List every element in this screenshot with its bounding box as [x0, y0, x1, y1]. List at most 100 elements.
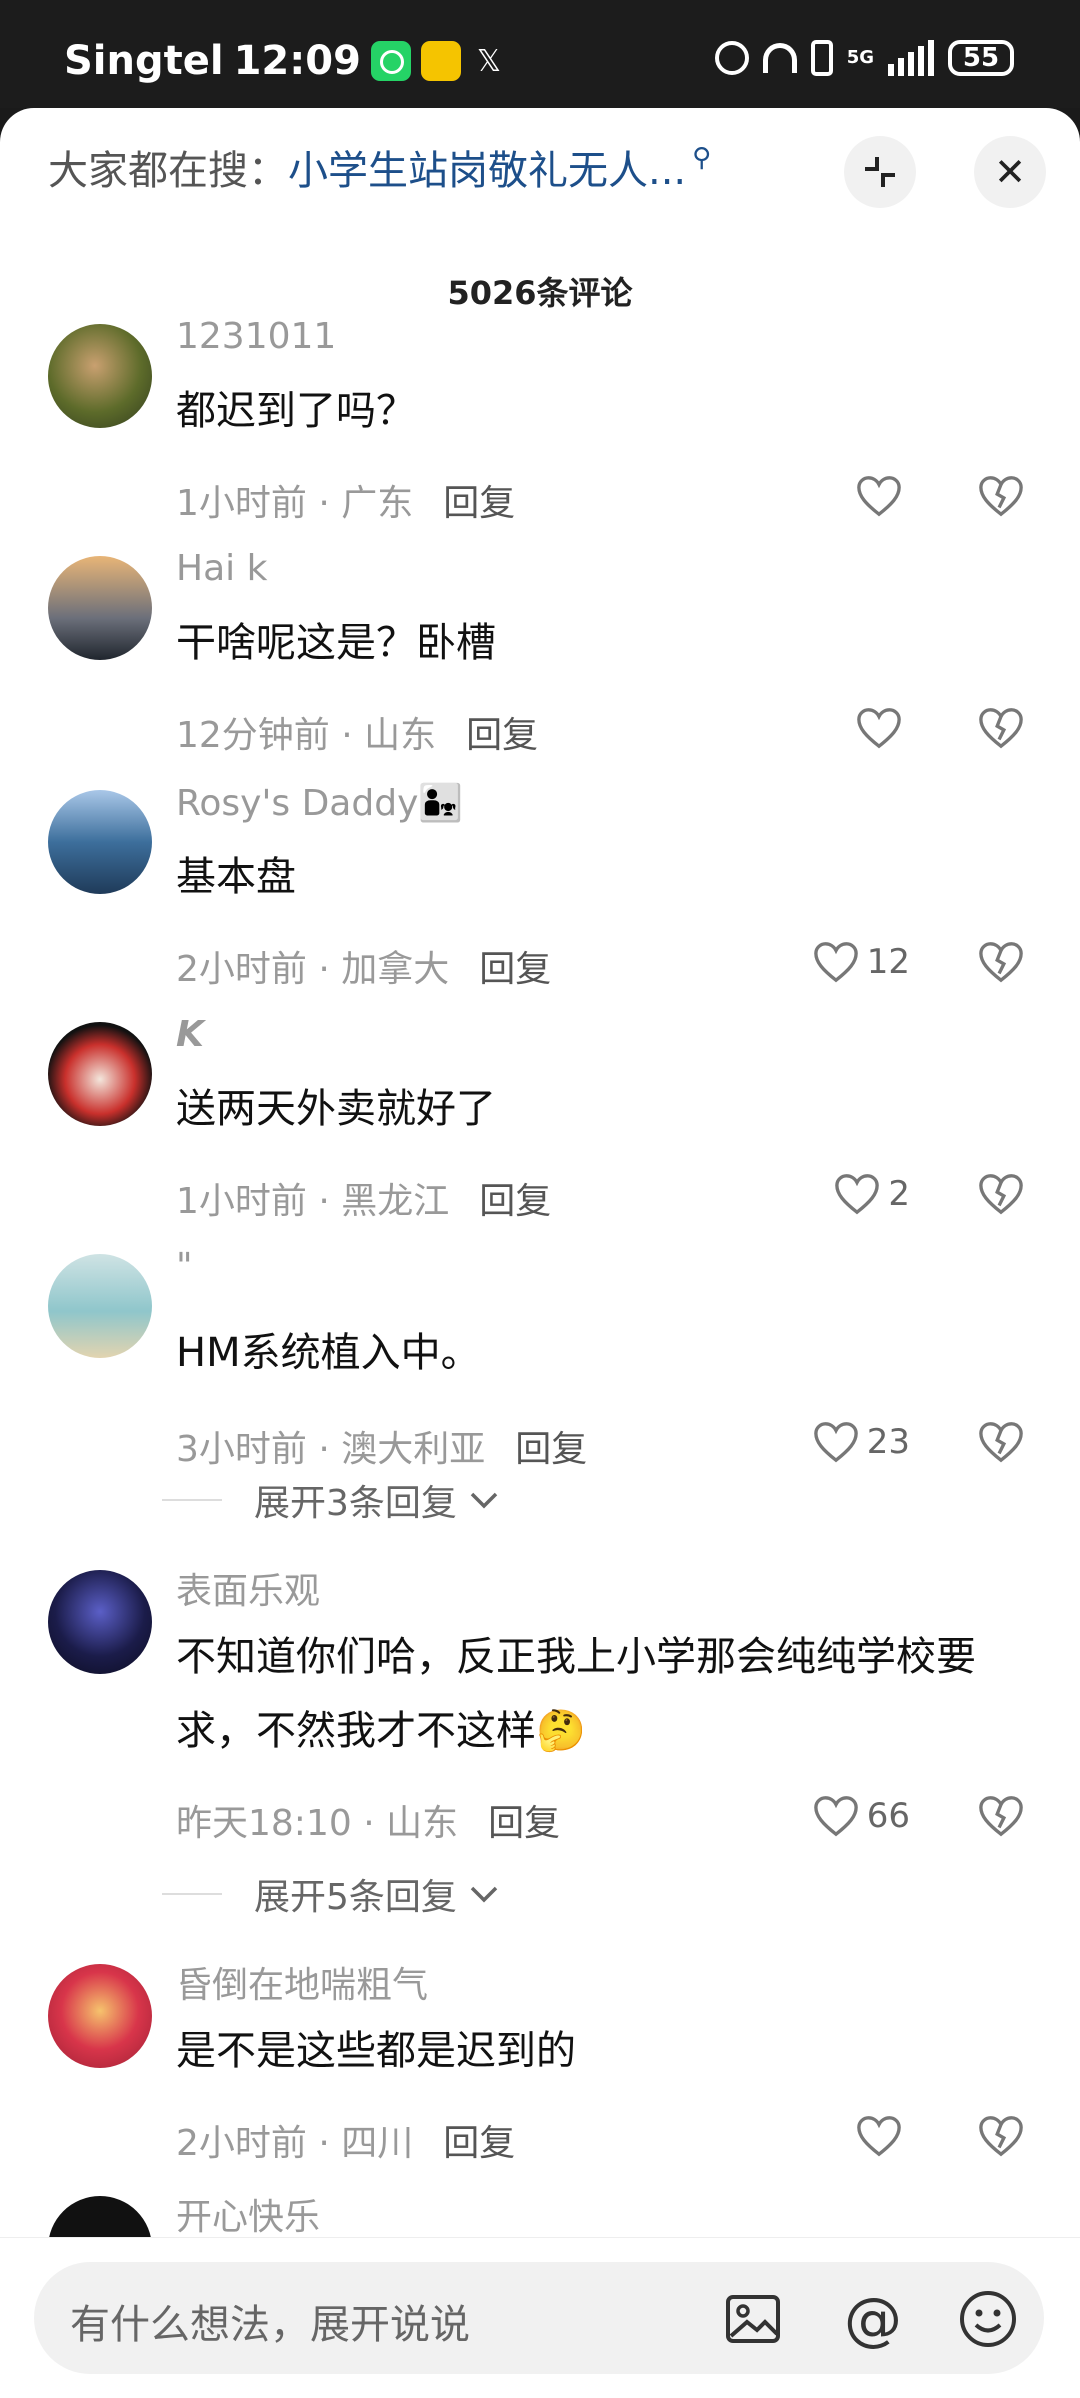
- comment-meta: 2小时前 · 加拿大 回复: [176, 940, 551, 992]
- comment-input-bar: 有什么想法，展开说说 @: [0, 2237, 1080, 2398]
- expand-replies-button[interactable]: 展开3条回复: [162, 1474, 499, 1526]
- heart-icon: [857, 2116, 901, 2157]
- reply-button[interactable]: 回复: [479, 949, 551, 990]
- reply-button[interactable]: 回复: [443, 2123, 515, 2164]
- headphones-icon: [762, 43, 797, 73]
- at-mention-icon[interactable]: @: [844, 2285, 902, 2353]
- expand-replies-label: 展开5条回复: [254, 1877, 457, 1918]
- dislike-button[interactable]: [978, 1420, 1024, 1468]
- network-type: 5G: [846, 47, 874, 68]
- shrink-icon: [865, 157, 895, 187]
- image-icon[interactable]: [724, 2290, 782, 2348]
- like-button[interactable]: 2: [834, 1172, 910, 1216]
- dislike-button[interactable]: [978, 2114, 1024, 2162]
- close-icon: ✕: [994, 150, 1026, 194]
- heart-icon: [857, 708, 901, 749]
- avatar[interactable]: [48, 324, 152, 428]
- whatsapp-icon: [370, 41, 411, 81]
- comment-text: HM系统植入中。: [176, 1330, 481, 1376]
- dislike-button[interactable]: [978, 940, 1024, 988]
- avatar[interactable]: [48, 556, 152, 660]
- expand-replies-label: 展开3条回复: [254, 1483, 457, 1524]
- battery-level: 55: [948, 40, 1014, 76]
- comment-username[interactable]: ": [176, 1246, 193, 1287]
- vibrate-icon: [810, 40, 833, 76]
- heart-icon: [813, 1796, 858, 1837]
- reply-button[interactable]: 回复: [479, 1181, 551, 1222]
- avatar[interactable]: [48, 1964, 152, 2068]
- comment-text: 不知道你们哈，反正我上小学那会纯纯学校要求，不然我才不这样🤔: [176, 1634, 976, 1754]
- comment-time-location: 2小时前 · 四川: [176, 2123, 414, 2164]
- status-bar: Singtel 12:09 𝕏 5G 55: [0, 0, 1080, 108]
- like-button[interactable]: [856, 474, 910, 518]
- clock-time: 12:09: [233, 38, 361, 84]
- expand-replies-button[interactable]: 展开5条回复: [162, 1868, 499, 1920]
- broken-heart-icon: [979, 1796, 1023, 1837]
- broken-heart-icon: [979, 942, 1023, 983]
- comment-text: 送两天外卖就好了: [176, 1086, 496, 1132]
- heart-icon: [813, 1422, 858, 1463]
- comment-username[interactable]: K: [176, 1014, 204, 1055]
- comment-username[interactable]: 开心快乐: [176, 2188, 320, 2240]
- comment-text: 是不是这些都是迟到的: [176, 2028, 576, 2074]
- like-count: 2: [888, 1174, 910, 1214]
- comment-time-location: 昨天18:10 · 山东: [176, 1803, 459, 1844]
- comment-text: 干啥呢这是？卧槽: [176, 620, 496, 666]
- search-icon: ⚲: [692, 143, 712, 173]
- avatar[interactable]: [48, 790, 152, 894]
- like-count: 23: [866, 1422, 910, 1462]
- comment-meta: 1小时前 · 黑龙江 回复: [176, 1172, 551, 1224]
- comment-meta: 2小时前 · 四川 回复: [176, 2114, 515, 2166]
- comment-meta: 12分钟前 · 山东 回复: [176, 706, 538, 758]
- comment-input[interactable]: 有什么想法，展开说说 @: [34, 2262, 1044, 2374]
- comment-time-location: 1小时前 · 广东: [176, 483, 414, 524]
- reply-button[interactable]: 回复: [488, 1803, 560, 1844]
- dislike-button[interactable]: [978, 1172, 1024, 1220]
- broken-heart-icon: [979, 476, 1023, 517]
- comment-username[interactable]: Rosy's Daddy👨‍👧: [176, 782, 463, 824]
- dislike-button[interactable]: [978, 706, 1024, 754]
- comment-username[interactable]: 1231011: [176, 316, 336, 357]
- chevron-down-icon: [470, 1492, 498, 1509]
- comment-meta: 3小时前 · 澳大利亚 回复: [176, 1420, 587, 1472]
- comment-username[interactable]: Hai k: [176, 548, 267, 589]
- close-button[interactable]: ✕: [974, 136, 1046, 208]
- dislike-button[interactable]: [978, 1794, 1024, 1842]
- like-button[interactable]: [856, 706, 910, 750]
- comments-sheet: 大家都在搜： 小学生站岗敬礼无人... ⚲ ✕ 5026条评论 1231011 …: [0, 108, 1080, 2397]
- like-button[interactable]: 12: [813, 940, 910, 984]
- emoji-icon[interactable]: [959, 2290, 1017, 2348]
- reply-button[interactable]: 回复: [515, 1429, 587, 1470]
- comment-username[interactable]: 表面乐观: [176, 1562, 320, 1614]
- broken-heart-icon: [979, 708, 1023, 749]
- avatar[interactable]: [48, 1022, 152, 1126]
- search-prefix: 大家都在搜：: [48, 148, 288, 194]
- carrier-name: Singtel: [64, 38, 224, 84]
- comment-time-location: 2小时前 · 加拿大: [176, 949, 450, 990]
- comment-username[interactable]: 昏倒在地喘粗气: [176, 1956, 428, 2008]
- broken-heart-icon: [979, 1174, 1023, 1215]
- comment-text: 基本盘: [176, 854, 296, 900]
- alarm-icon: [714, 41, 749, 75]
- like-button[interactable]: [856, 2114, 910, 2158]
- comment-meta: 1小时前 · 广东 回复: [176, 474, 515, 526]
- like-count: 12: [866, 942, 910, 982]
- broken-heart-icon: [979, 1422, 1023, 1463]
- like-count: 66: [866, 1796, 910, 1836]
- trending-search[interactable]: 大家都在搜： 小学生站岗敬礼无人... ⚲: [48, 138, 788, 196]
- reply-button[interactable]: 回复: [466, 715, 538, 756]
- reply-button[interactable]: 回复: [443, 483, 515, 524]
- heart-icon: [835, 1174, 880, 1215]
- avatar[interactable]: [48, 1570, 152, 1674]
- comment-time-location: 1小时前 · 黑龙江: [176, 1181, 450, 1222]
- avatar[interactable]: [48, 1254, 152, 1358]
- signal-icon: [888, 40, 934, 76]
- comment-time-location: 3小时前 · 澳大利亚: [176, 1429, 486, 1470]
- dislike-button[interactable]: [978, 474, 1024, 522]
- like-button[interactable]: 23: [813, 1420, 910, 1464]
- news-app-icon: [420, 41, 461, 81]
- search-term-link[interactable]: 小学生站岗敬礼无人...: [288, 138, 686, 196]
- like-button[interactable]: 66: [813, 1794, 910, 1838]
- comment-count-title: 5026条评论: [447, 274, 633, 312]
- shrink-button[interactable]: [844, 136, 916, 208]
